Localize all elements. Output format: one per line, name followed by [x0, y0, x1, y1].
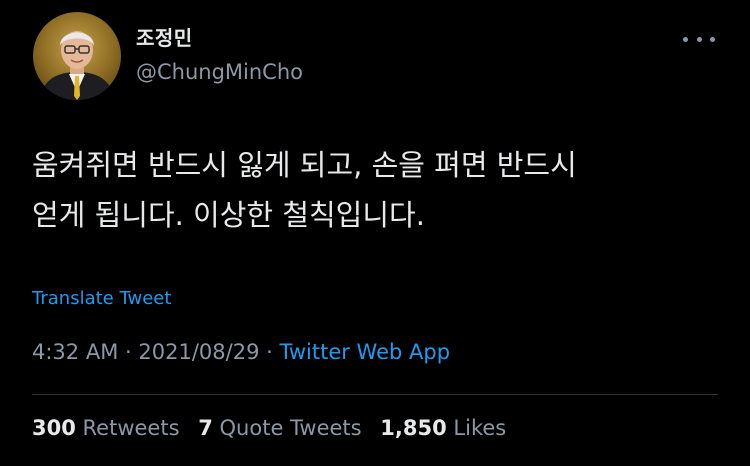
translate-tweet-link[interactable]: Translate Tweet: [32, 288, 171, 309]
meta-separator: ·: [266, 340, 273, 364]
dot: [696, 36, 702, 42]
retweets-label: Retweets: [82, 416, 180, 440]
likes-label: Likes: [453, 416, 507, 440]
dot: [710, 36, 715, 42]
likes-stat[interactable]: 1,850 Likes: [380, 416, 506, 440]
author-handle[interactable]: @ChungMinCho: [136, 60, 303, 84]
retweets-count: 300: [32, 416, 76, 440]
more-options-icon[interactable]: [683, 30, 715, 48]
meta-separator: ·: [125, 340, 132, 364]
tweet-text-line-2: 얻게 됩니다. 이상한 철칙입니다.: [32, 198, 425, 232]
quote-tweets-count: 7: [198, 416, 213, 440]
likes-count: 1,850: [380, 416, 447, 440]
quote-tweets-stat[interactable]: 7 Quote Tweets: [198, 416, 361, 440]
author-display-name[interactable]: 조정민: [136, 22, 193, 51]
tweet-stats: 300 Retweets 7 Quote Tweets 1,850 Likes: [32, 416, 518, 440]
quote-tweets-label: Quote Tweets: [219, 416, 362, 440]
tweet-metadata: 4:32 AM · 2021/08/29 · Twitter Web App: [32, 340, 450, 364]
retweets-stat[interactable]: 300 Retweets: [32, 416, 180, 440]
tweet-text: 움켜쥐면 반드시 잃게 되고, 손을 펴면 반드시 얻게 됩니다. 이상한 철칙…: [32, 140, 722, 240]
tweet-source-link[interactable]: Twitter Web App: [280, 340, 451, 364]
tweet-date[interactable]: 2021/08/29: [138, 340, 259, 364]
tweet-text-line-1: 움켜쥐면 반드시 잃게 되고, 손을 펴면 반드시: [32, 148, 577, 182]
avatar-photo-icon: [39, 31, 115, 100]
divider: [32, 394, 718, 395]
dot: [683, 36, 688, 42]
avatar[interactable]: [33, 12, 121, 100]
tweet-time[interactable]: 4:32 AM: [32, 340, 118, 364]
